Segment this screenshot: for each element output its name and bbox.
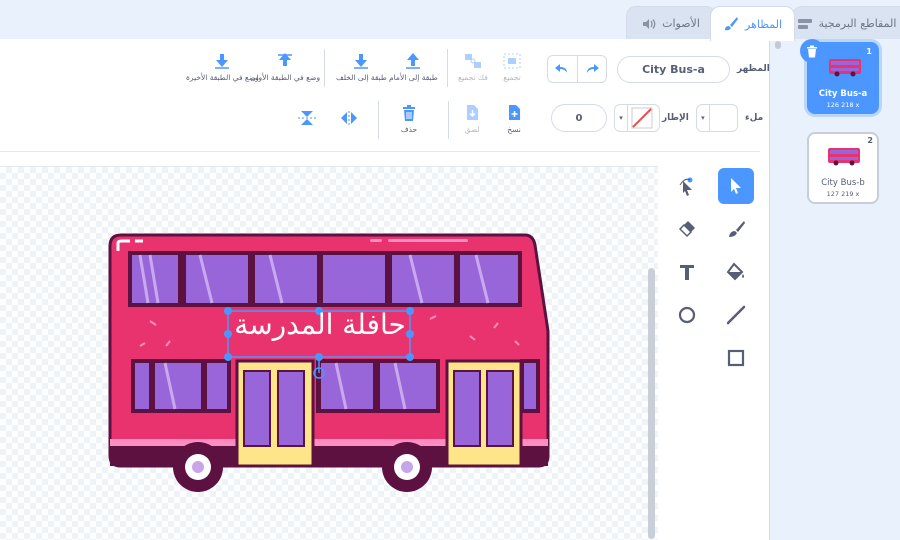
redo-icon: [586, 64, 599, 73]
costume-list: [785, 39, 900, 540]
backward-button[interactable]: طبقة إلى الخلف: [336, 52, 387, 82]
copy-label: نسخ: [507, 125, 521, 134]
redo-button[interactable]: [578, 56, 607, 82]
tab-code[interactable]: المقاطع البرمجية: [792, 6, 900, 40]
tab-sounds-label: الأصوات: [662, 17, 700, 30]
undo-redo-group: [547, 55, 607, 83]
brush-icon: [729, 221, 745, 237]
outline-label: الإطار: [662, 113, 689, 123]
ungroup-label: فك تجميع: [458, 73, 488, 82]
costume-size: 127 219 x: [826, 190, 860, 198]
paste-label: لصق: [464, 125, 480, 134]
costume-index: 2: [867, 136, 873, 145]
delete-label: حذف: [400, 125, 418, 134]
costume-list-scrollbar[interactable]: [771, 39, 785, 540]
undo-button[interactable]: [548, 56, 578, 82]
text-t-icon: [680, 265, 694, 280]
costume-name: City Bus-b: [821, 178, 865, 188]
forward-button[interactable]: طبقة إلى الأمام: [389, 52, 438, 82]
bring-to-front-icon: [278, 53, 293, 66]
line-tool[interactable]: [718, 297, 754, 333]
costume-card-2[interactable]: 2 City Bus-b 127 219 x: [807, 132, 879, 204]
flip-vertical-icon: [298, 111, 316, 125]
canvas-vertical-scrollbar[interactable]: [648, 268, 655, 539]
circle-icon: [678, 306, 696, 324]
copy-button[interactable]: نسخ: [505, 104, 523, 134]
costume-name: City Bus-a: [818, 89, 868, 99]
costume-index: 1: [866, 47, 872, 56]
paint-bucket-icon: [726, 262, 744, 281]
eraser-tool[interactable]: [669, 211, 705, 247]
editor-tab-bar: الأصوات المظاهر المقاطع البرمجية: [0, 0, 900, 41]
delete-costume-button[interactable]: [800, 39, 824, 63]
line-icon: [726, 305, 746, 325]
paste-button[interactable]: لصق: [463, 104, 481, 134]
costume-thumbnail: [829, 59, 861, 77]
paintbrush-icon: [723, 16, 739, 32]
fill-color-picker[interactable]: ▾: [696, 104, 738, 132]
forward-label: طبقة إلى الأمام: [389, 73, 438, 82]
back-label: وضع في الطبقة الأخيرة: [186, 73, 259, 82]
group-icon: [503, 53, 521, 69]
ungroup-button[interactable]: فك تجميع: [458, 52, 488, 82]
reshape-tool[interactable]: [669, 168, 705, 204]
rectangle-tool[interactable]: [718, 340, 754, 376]
square-icon: [727, 349, 745, 367]
brush-tool[interactable]: [718, 211, 754, 247]
fill-tool[interactable]: [718, 254, 754, 290]
costume-size: 126 218 x: [826, 101, 860, 109]
select-tool[interactable]: [718, 168, 754, 204]
backward-label: طبقة إلى الخلف: [336, 73, 387, 82]
tab-sounds[interactable]: الأصوات: [626, 6, 716, 40]
group-button[interactable]: تجميع: [502, 52, 522, 82]
chevron-down-icon: ▾: [697, 105, 710, 131]
tab-costumes[interactable]: المظاهر: [710, 6, 795, 41]
arrow-pointer-icon: [731, 178, 741, 194]
group-label: تجميع: [503, 73, 521, 82]
chevron-down-icon: ▾: [615, 105, 628, 131]
outline-width-input[interactable]: 0: [551, 104, 607, 132]
costume-name-input[interactable]: City Bus-a: [617, 56, 730, 83]
back-button[interactable]: وضع في الطبقة الأخيرة: [186, 52, 259, 82]
costume-name-label: المظهر: [737, 64, 770, 74]
paste-icon: [467, 105, 478, 120]
send-to-back-icon: [215, 54, 230, 69]
speaker-icon: [642, 18, 656, 30]
flip-vertical-button[interactable]: [297, 110, 317, 126]
tab-code-label: المقاطع البرمجية: [818, 17, 897, 30]
forward-icon: [406, 53, 421, 69]
front-label: وضع في الطبقة الأولى: [250, 73, 321, 82]
tab-costumes-label: المظاهر: [744, 17, 782, 31]
paint-editor: المظهر City Bus-a تجميع فك تجميع طبقة إل…: [0, 39, 770, 540]
reshape-icon: [679, 177, 693, 196]
undo-icon: [555, 64, 568, 73]
flip-horizontal-icon: [341, 111, 357, 125]
eraser-icon: [678, 221, 695, 238]
copy-icon: [509, 105, 520, 120]
fill-swatch: [710, 105, 737, 131]
text-tool[interactable]: [669, 254, 705, 290]
front-button[interactable]: وضع في الطبقة الأولى: [250, 52, 320, 82]
outline-color-picker[interactable]: ▾: [614, 104, 660, 132]
drawing-canvas[interactable]: حافلة المدرسة: [0, 166, 658, 540]
trash-icon: [807, 45, 817, 57]
editor-toolbar-top: المظهر City Bus-a تجميع فك تجميع طبقة إل…: [0, 39, 770, 94]
code-blocks-icon: [797, 18, 813, 30]
circle-tool[interactable]: [669, 297, 705, 333]
bus-text-object[interactable]: حافلة المدرسة: [226, 308, 414, 341]
backward-icon: [354, 54, 369, 69]
trash-icon: [403, 105, 415, 121]
flip-horizontal-button[interactable]: [339, 110, 359, 126]
fill-label: ملء: [745, 113, 764, 123]
no-color-swatch-icon: [628, 105, 656, 131]
costume-thumbnail: [828, 148, 860, 166]
city-bus-drawing: [108, 233, 550, 492]
ungroup-icon: [464, 54, 481, 68]
delete-button[interactable]: حذف: [400, 104, 418, 134]
